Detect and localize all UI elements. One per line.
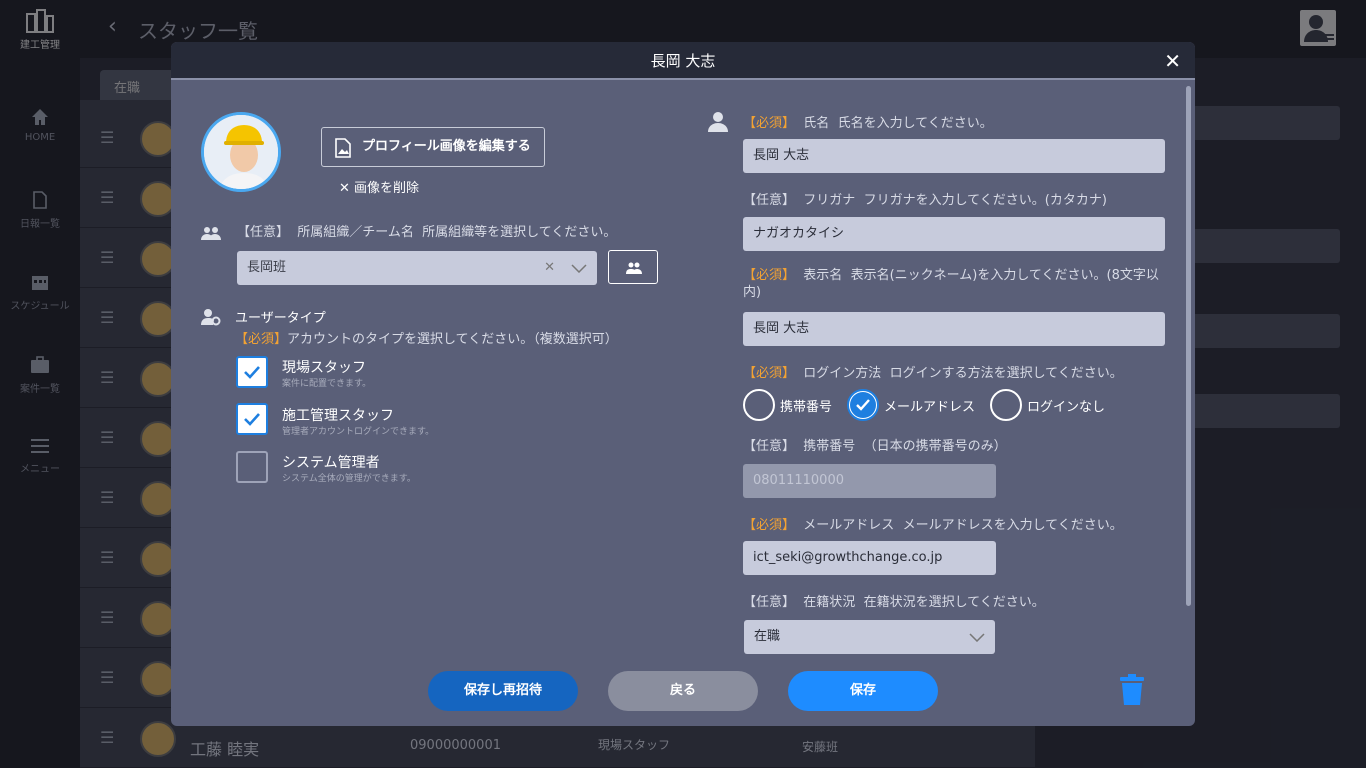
delete-image-link[interactable]: ✕ 画像を削除 [339,177,419,196]
checkbox-construction-manager[interactable] [236,403,268,435]
checkbox-subtitle: 案件に配置できます。 [282,379,372,389]
image-edit-icon [335,138,351,158]
checkbox-system-admin[interactable] [236,451,268,483]
chevron-down-icon [969,633,985,642]
optional-tag: 【任意】 [237,225,290,240]
required-tag: 【必須】 [743,116,796,131]
person-icon [708,112,728,132]
chevron-down-icon [571,264,587,273]
checkbox-title: 施工管理スタッフ [282,408,394,424]
team-members-button[interactable] [608,250,658,284]
group-icon [201,227,221,240]
radio-no-login[interactable] [990,389,1022,421]
back-button[interactable]: 戻る [608,671,758,711]
team-label: 所属組織／チーム名 [297,225,414,240]
status-label-row: 【任意】 在籍状況 在籍状況を選択してください。 [743,591,1045,610]
clear-icon[interactable]: ✕ [544,251,555,285]
radio-email[interactable] [847,389,879,421]
login-method-label-row: 【必須】 ログイン方法 ログインする方法を選択してください。 [743,362,1123,381]
required-tag: 【必須】 [743,518,796,533]
staff-edit-modal: 長岡 大志 ✕ プロフィール画像を編集する ✕ 画像を削除 【任意】 所属組織／… [171,42,1195,726]
scrollbar[interactable] [1186,86,1191,606]
user-type-label: ユーザータイプ [235,311,326,326]
delete-image-label: 画像を削除 [354,181,420,196]
status-label: 在籍状況 [803,595,856,610]
team-select[interactable]: 長岡班 ✕ [237,251,597,285]
display-name-label-row: 【必須】 表示名 表示名(ニックネーム)を入力してください。(8文字以内) [743,267,1167,301]
modal-title: 長岡 大志 [650,52,716,70]
trash-icon[interactable] [1119,674,1145,706]
save-and-reinvite-button[interactable]: 保存し再招待 [428,671,578,711]
checkbox-title: システム管理者 [282,455,380,471]
name-hint: 氏名を入力してください。 [837,116,993,131]
email-input[interactable]: ict_seki@growthchange.co.jp [743,541,996,575]
name-label: 氏名 [803,116,830,131]
radio-label: ログインなし [1027,400,1106,415]
login-method-label: ログイン方法 [803,366,882,381]
required-tag: 【必須】 [743,366,796,381]
furigana-label: フリガナ [803,193,856,208]
checkbox-subtitle: システム全体の管理ができます。 [282,474,416,484]
checkmark-icon [850,392,876,418]
required-tag: 【必須】 [743,268,796,283]
furigana-hint: フリガナを入力してください。(カタカナ) [863,193,1107,208]
status-hint: 在籍状況を選択してください。 [863,595,1045,610]
email-label-row: 【必須】 メールアドレス メールアドレスを入力してください。 [743,514,1123,533]
checkbox-title: 現場スタッフ [282,360,366,376]
group-settings-icon [626,262,642,274]
edit-profile-image-label: プロフィール画像を編集する [362,139,531,154]
status-select[interactable]: 在職 [744,620,995,654]
team-label-row: 【任意】 所属組織／チーム名 所属組織等を選択してください。 [237,221,616,240]
edit-profile-image-button[interactable]: プロフィール画像を編集する [321,127,545,167]
checkmark-icon [244,366,260,379]
team-hint: 所属組織等を選択してください。 [422,225,617,240]
furigana-input[interactable]: ナガオカタイシ [743,217,1165,251]
display-name-label: 表示名 [803,268,843,283]
mobile-hint: （日本の携帯番号のみ） [863,439,1007,454]
team-value: 長岡班 [247,260,287,275]
furigana-label-row: 【任意】 フリガナ フリガナを入力してください。(カタカナ) [743,189,1107,208]
required-tag: 【必須】 [235,332,288,347]
user-settings-icon [201,309,221,326]
optional-tag: 【任意】 [743,439,796,454]
email-label: メールアドレス [803,518,895,533]
close-icon[interactable]: ✕ [1164,42,1181,80]
profile-avatar [201,112,281,192]
status-value: 在職 [754,629,781,644]
checkbox-field-staff[interactable] [236,356,268,388]
checkmark-icon [244,413,260,426]
display-name-input[interactable]: 長岡 大志 [743,312,1165,346]
radio-label: メールアドレス [884,400,976,415]
mobile-label: 携帯番号 [803,439,856,454]
radio-mobile[interactable] [743,389,775,421]
user-type-hint: アカウントのタイプを選択してください。（複数選択可） [287,332,618,347]
name-input[interactable]: 長岡 大志 [743,139,1165,173]
checkbox-subtitle: 管理者アカウントログインできます。 [282,427,435,437]
save-button[interactable]: 保存 [788,671,938,711]
radio-label: 携帯番号 [780,400,833,415]
name-label-row: 【必須】 氏名 氏名を入力してください。 [743,112,993,131]
optional-tag: 【任意】 [743,193,796,208]
modal-header: 長岡 大志 ✕ [171,42,1195,80]
login-method-hint: ログインする方法を選択してください。 [889,366,1123,381]
user-type-hint-row: 【必須】アカウントのタイプを選択してください。（複数選択可） [235,328,618,347]
email-hint: メールアドレスを入力してください。 [902,518,1123,533]
close-icon: ✕ [339,181,350,196]
optional-tag: 【任意】 [743,595,796,610]
mobile-input[interactable]: 08011110000 [743,464,996,498]
mobile-label-row: 【任意】 携帯番号 （日本の携帯番号のみ） [743,435,1007,454]
